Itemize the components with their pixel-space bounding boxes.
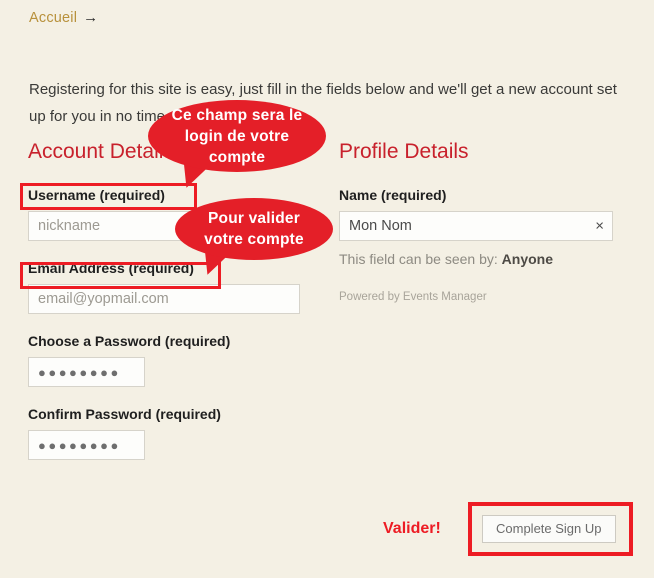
profile-details-title: Profile Details (339, 140, 469, 163)
username-label: Username (required) (28, 187, 165, 203)
password-input[interactable]: ●●●●●●●● (28, 357, 145, 387)
arrow-right-icon: → (83, 9, 99, 26)
profile-details-column: Profile Details Name (required) × This f… (339, 140, 619, 304)
valider-annotation: Valider! (383, 520, 441, 537)
clear-icon[interactable]: × (595, 219, 604, 234)
visibility-value: Anyone (501, 251, 553, 267)
field-password: Choose a Password (required) ●●●●●●●● (28, 332, 318, 387)
field-name: Name (required) × This field can be seen… (339, 186, 619, 268)
password-label: Choose a Password (required) (28, 333, 231, 349)
name-visibility-note: This field can be seen by: Anyone (339, 250, 619, 268)
breadcrumb: Accueil → (29, 9, 98, 26)
registration-intro-text: Registering for this site is easy, just … (29, 81, 617, 125)
annotation-bubble-email-text: Pour valider votre compte (204, 210, 304, 248)
annotation-bubble-username: Ce champ sera le login de votre compte (148, 100, 326, 172)
visibility-prefix: This field can be seen by: (339, 251, 502, 267)
powered-by-label: Powered by Events Manager (339, 291, 487, 303)
annotation-bubble-username-text: Ce champ sera le login de votre compte (171, 106, 303, 166)
name-label: Name (required) (339, 187, 447, 203)
field-password-confirm: Confirm Password (required) ●●●●●●●● (28, 405, 318, 460)
annotation-bubble-email: Pour valider votre compte (175, 198, 333, 260)
password-confirm-input[interactable]: ●●●●●●●● (28, 430, 145, 460)
password-confirm-label: Confirm Password (required) (28, 406, 221, 422)
email-input[interactable] (28, 284, 300, 314)
email-label: Email Address (required) (28, 260, 194, 276)
breadcrumb-link-home[interactable]: Accueil (29, 10, 77, 26)
name-input[interactable] (339, 211, 613, 241)
complete-sign-up-button[interactable]: Complete Sign Up (482, 515, 616, 543)
name-input-wrapper: × (339, 211, 613, 241)
account-details-column: Account Details Username (required) Emai… (28, 140, 318, 478)
field-email: Email Address (required) (28, 259, 318, 314)
